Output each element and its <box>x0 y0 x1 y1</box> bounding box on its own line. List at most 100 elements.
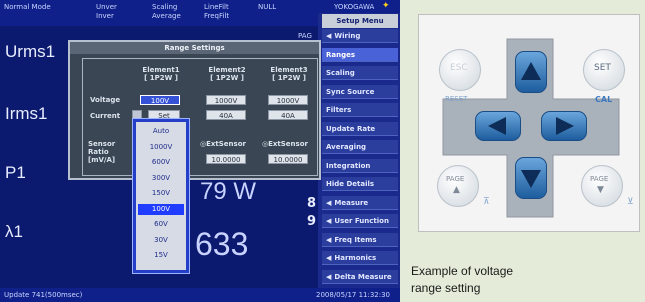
page-up-icon: ▲ <box>453 185 460 195</box>
column-header-element2: Element2 [ 1P2W ] <box>202 66 252 82</box>
arrow-right-icon <box>556 117 574 135</box>
esc-label: ESC <box>450 63 468 73</box>
keypad-photo: ESC RESET SET CAL PAGE ▲ ⊼ PAGE ▼ ⊻ <box>418 14 640 232</box>
up-arrow-button[interactable] <box>515 51 547 93</box>
voltage-option-auto[interactable]: Auto <box>138 126 184 137</box>
voltage-option-300v[interactable]: 300V <box>138 173 184 184</box>
measure-value-lambda1: 633 <box>195 226 249 262</box>
page-up-label: PAGE <box>446 175 465 183</box>
star-icon: ✦ <box>382 1 390 11</box>
update-rate: Update 741(500msec) <box>4 291 83 299</box>
page-down-label: PAGE <box>590 175 609 183</box>
extsensor-label-element3: ExtSensor <box>268 140 308 148</box>
voltage-option-15v[interactable]: 15V <box>138 250 184 261</box>
menu-item-sync-source[interactable]: Sync Source <box>322 84 398 99</box>
date-time: 2008/05/17 11:32:30 <box>316 291 391 299</box>
measure-value-p1: 79 W <box>200 178 257 205</box>
page-indicator: PAG <box>298 32 312 40</box>
voltage-option-600v[interactable]: 600V <box>138 157 184 168</box>
page-down-icon: ▼ <box>597 185 604 195</box>
submenu-arrow-icon: ◀ <box>326 254 332 262</box>
status-average: Average <box>152 12 181 20</box>
voltage-option-1000v[interactable]: 1000V <box>138 142 184 153</box>
side-digit-8: 8 <box>307 196 317 211</box>
column-header-element1: Element1 [ 1P2W ] <box>136 66 186 82</box>
cal-label: CAL <box>595 95 613 104</box>
menu-item-label: Sync Source <box>326 87 375 96</box>
menu-item-label: Ranges <box>326 50 356 59</box>
instrument-screen: Normal Mode Unver Scaling LineFilt NULL … <box>0 0 400 302</box>
menu-item-label: User Function <box>334 217 389 225</box>
voltage-option-100v[interactable]: 100V <box>138 203 184 215</box>
status-scaling: Scaling <box>152 3 178 11</box>
set-label: SET <box>594 63 611 73</box>
menu-item-freq-items[interactable]: ◀ Freq Items <box>322 232 398 247</box>
sensor-ratio-label: Sensor Ratio [mV/A] <box>88 140 116 164</box>
current-range-element2[interactable]: 40A <box>206 110 246 120</box>
reset-label: RESET <box>445 95 468 103</box>
menu-item-delta-measure[interactable]: ◀ Delta Measure <box>322 269 398 284</box>
range-settings-title: Range Settings <box>70 42 319 54</box>
menu-item-averaging[interactable]: Averaging <box>322 140 398 154</box>
extsensor-radio-element3[interactable]: ◎ExtSensor <box>262 140 308 148</box>
brand-logo: YOKOGAWA <box>334 3 375 11</box>
measure-label-lambda1: λ1 <box>5 222 23 241</box>
extsensor-label-element2: ExtSensor <box>206 140 246 148</box>
status-inver: Inver <box>96 12 114 20</box>
page-top-icon: ⊼ <box>483 197 490 207</box>
menu-item-scaling[interactable]: Scaling <box>322 66 398 80</box>
menu-item-label: Scaling <box>326 69 355 77</box>
menu-item-label: Freq Items <box>334 235 377 244</box>
menu-item-hide-details[interactable]: Hide Details <box>322 177 398 191</box>
menu-item-ranges[interactable]: Ranges <box>322 47 398 62</box>
measure-label-urms1: Urms1 <box>5 42 56 61</box>
submenu-arrow-icon: ◀ <box>326 217 332 225</box>
column-header-element3-wiring: [ 1P2W ] <box>272 74 306 82</box>
menu-item-label: Update Rate <box>326 124 376 133</box>
down-arrow-button[interactable] <box>515 157 547 199</box>
current-range-element3[interactable]: 40A <box>268 110 308 120</box>
status-linefilt: LineFilt <box>204 3 229 11</box>
page-bottom-icon: ⊻ <box>627 197 634 207</box>
menu-item-label: Filters <box>326 106 352 114</box>
menu-item-harmonics[interactable]: ◀ Harmonics <box>322 251 398 265</box>
menu-item-measure[interactable]: ◀ Measure <box>322 195 398 210</box>
sensor-ratio-element3[interactable]: 10.0000 <box>268 154 308 164</box>
side-digit-9: 9 <box>307 214 317 229</box>
current-label: Current <box>90 112 121 120</box>
column-header-element2-name: Element2 <box>208 66 246 74</box>
column-header-element3: Element3 [ 1P2W ] <box>264 66 314 82</box>
voltage-range-element3[interactable]: 1000V <box>268 95 308 105</box>
column-header-element1-name: Element1 <box>142 66 180 74</box>
menu-item-update-rate[interactable]: Update Rate <box>322 121 398 136</box>
submenu-arrow-icon: ◀ <box>326 198 332 207</box>
menu-item-label: Averaging <box>326 143 367 151</box>
column-header-element2-wiring: [ 1P2W ] <box>210 74 244 82</box>
voltage-option-30v[interactable]: 30V <box>138 235 184 246</box>
setup-menu-title: Setup Menu <box>322 14 398 28</box>
menu-item-label: Delta Measure <box>334 272 392 281</box>
voltage-range-element2[interactable]: 1000V <box>206 95 246 105</box>
mode-label: Normal Mode <box>4 3 51 11</box>
column-header-element1-wiring: [ 1P2W ] <box>144 74 178 82</box>
sensor-ratio-element2[interactable]: 10.0000 <box>206 154 246 164</box>
left-arrow-button[interactable] <box>475 111 521 141</box>
menu-item-label: Integration <box>326 161 371 170</box>
voltage-option-60v[interactable]: 60V <box>138 219 184 230</box>
submenu-arrow-icon: ◀ <box>326 235 332 244</box>
menu-item-filters[interactable]: Filters <box>322 103 398 117</box>
menu-item-label: Hide Details <box>326 180 375 188</box>
menu-item-label: Measure <box>334 198 369 207</box>
voltage-option-150v[interactable]: 150V <box>138 188 184 199</box>
menu-item-label: Harmonics <box>334 254 377 262</box>
menu-item-wiring[interactable]: ◀ Wiring <box>322 29 398 43</box>
caption-line1: Example of voltage <box>411 264 514 278</box>
voltage-range-element1[interactable]: 100V <box>140 95 180 105</box>
right-arrow-button[interactable] <box>541 111 587 141</box>
menu-item-integration[interactable]: Integration <box>322 158 398 173</box>
status-unver: Unver <box>96 3 117 11</box>
extsensor-radio-element2[interactable]: ◎ExtSensor <box>200 140 246 148</box>
menu-item-label: Wiring <box>334 32 361 40</box>
menu-item-user-function[interactable]: ◀ User Function <box>322 214 398 228</box>
submenu-arrow-icon: ◀ <box>326 272 332 281</box>
